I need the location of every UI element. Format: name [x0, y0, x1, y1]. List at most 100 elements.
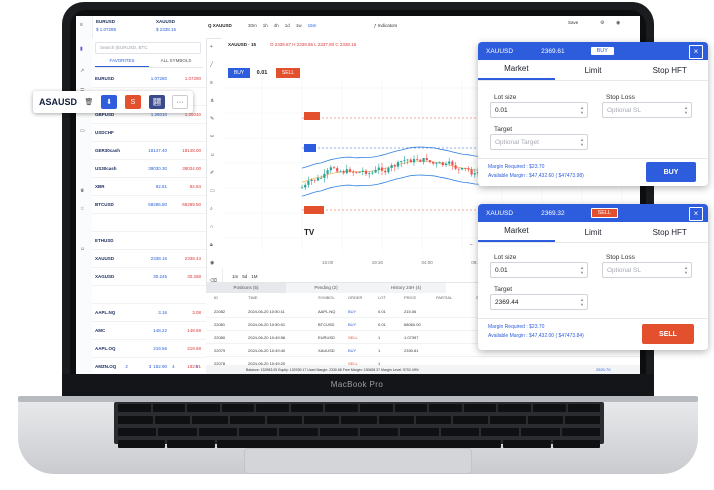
- account-status: Balance: 132983.05 Equity: 132939.17 Use…: [206, 365, 640, 374]
- sell-panel-side-toggle[interactable]: SELL: [590, 208, 619, 218]
- tab-market[interactable]: Market: [478, 60, 555, 80]
- close-icon[interactable]: ×: [689, 45, 703, 59]
- interval-4h[interactable]: 4h: [274, 23, 279, 28]
- user-icon[interactable]: ☺: [80, 246, 85, 252]
- list-item[interactable]: BTCUSD 68286.80 68289.50: [92, 196, 206, 214]
- fib-icon[interactable]: ⋔: [210, 98, 214, 104]
- stop-loss-input[interactable]: Optional SL ▲ ▼: [602, 262, 692, 278]
- crosshair-icon[interactable]: +: [210, 44, 213, 50]
- tab-history[interactable]: History 24H (4): [366, 283, 446, 293]
- ruler-icon[interactable]: ▭: [210, 188, 215, 194]
- scissors-icon[interactable]: ✂: [210, 134, 214, 140]
- crown-icon[interactable]: ♛: [80, 188, 84, 194]
- brush-icon[interactable]: ✎: [210, 116, 214, 122]
- interval-1w[interactable]: 1w: [296, 23, 302, 28]
- candle-body: [441, 162, 444, 165]
- hline-icon[interactable]: ≡: [210, 80, 213, 86]
- chart-icon[interactable]: ↗: [80, 68, 84, 74]
- candle-body: [387, 167, 390, 173]
- list-item[interactable]: AMC 148.22 148.68: [92, 322, 206, 340]
- stepper-icon[interactable]: ▲ ▼: [684, 105, 688, 115]
- page-2[interactable]: 2: [125, 364, 128, 369]
- list-item[interactable]: [92, 214, 206, 232]
- stepper-icon[interactable]: ▲ ▼: [580, 105, 584, 115]
- more-icon[interactable]: ···: [172, 95, 188, 109]
- eye-icon[interactable]: ◉: [210, 260, 214, 266]
- range-1M[interactable]: 1M: [251, 274, 257, 279]
- stepper-icon[interactable]: ▲ ▼: [580, 265, 584, 275]
- stop-loss-input[interactable]: Optional SL ▲ ▼: [602, 102, 692, 118]
- tag-sl-1[interactable]: [304, 112, 320, 120]
- trash-icon[interactable]: 🗑︎: [81, 95, 97, 109]
- wallet-icon[interactable]: ▭: [80, 128, 85, 134]
- tag-entry[interactable]: [304, 144, 316, 152]
- buy-panel-side-toggle[interactable]: BUY: [590, 47, 614, 55]
- interval-1d[interactable]: 1d: [285, 23, 290, 28]
- tab-limit[interactable]: Limit: [555, 228, 632, 237]
- page-3[interactable]: 3: [149, 364, 152, 369]
- interval-30m[interactable]: 30m: [248, 23, 257, 28]
- lot-size-input[interactable]: 0.01 ▲ ▼: [490, 102, 588, 118]
- chip-sell-button[interactable]: S: [125, 95, 141, 109]
- page-5[interactable]: 5: [195, 364, 198, 369]
- tab-stop-hft[interactable]: Stop HFT: [631, 66, 708, 75]
- bookmark-icon[interactable]: ▮: [80, 46, 83, 52]
- tab-market[interactable]: Market: [478, 222, 555, 242]
- list-item[interactable]: XAGUSD 30.245 30.268: [92, 268, 206, 286]
- menu-icon[interactable]: ≡: [80, 22, 83, 28]
- interval-15m[interactable]: 15m: [308, 23, 317, 28]
- list-item[interactable]: USDCHF: [92, 124, 206, 142]
- pencil-icon[interactable]: ✐: [210, 170, 214, 176]
- ticker-eurusd[interactable]: EURUSD: [96, 19, 115, 24]
- buy-submit-button[interactable]: BUY: [646, 162, 696, 182]
- symbol-search[interactable]: Q XAUUSD: [208, 23, 232, 28]
- page-1[interactable]: 1: [102, 364, 105, 369]
- interval-1h[interactable]: 1h: [263, 23, 268, 28]
- lock-icon[interactable]: 🔒︎: [210, 242, 213, 248]
- magnet-icon[interactable]: ∩: [210, 224, 214, 230]
- list-item[interactable]: XBR 82.81 82.84: [92, 178, 206, 196]
- lot-size-input[interactable]: 0.01 ▲ ▼: [490, 262, 588, 278]
- camera-icon[interactable]: ◉: [616, 20, 620, 26]
- keyboard: [114, 402, 604, 448]
- chip-chart-icon[interactable]: 📈︎: [149, 95, 165, 109]
- page-4[interactable]: 4: [172, 364, 175, 369]
- list-item[interactable]: XAUUSD 2338.16 2338.43: [92, 250, 206, 268]
- target-input[interactable]: 2369.44 ▲ ▼: [490, 294, 588, 310]
- tab-pending[interactable]: Pending (2): [286, 283, 366, 293]
- save-button[interactable]: Save: [568, 20, 578, 25]
- face-icon[interactable]: ☺: [210, 152, 215, 158]
- tab-positions[interactable]: Positions (5): [206, 283, 286, 293]
- stepper-icon[interactable]: ▲ ▼: [580, 297, 584, 307]
- stepper-icon[interactable]: ▲ ▼: [684, 265, 688, 275]
- gear-icon[interactable]: ⚙: [600, 20, 604, 26]
- zoom-icon[interactable]: ⌕: [210, 206, 213, 212]
- tab-stop-hft[interactable]: Stop HFT: [631, 228, 708, 237]
- list-item[interactable]: US30cash 39030.30 39034.00: [92, 160, 206, 178]
- list-item[interactable]: EURUSD 1.07280 1.07290: [92, 70, 206, 88]
- candle-body: [396, 162, 400, 167]
- tab-limit[interactable]: Limit: [555, 66, 632, 75]
- star-icon[interactable]: ☆: [80, 206, 84, 212]
- tab-all-symbols[interactable]: ALL SYMBOLS: [149, 58, 203, 67]
- watchlist-search-input[interactable]: Search (EURUSD, BTC: [95, 42, 201, 54]
- tab-favorites[interactable]: FAVORITES: [95, 58, 149, 67]
- sell-submit-button[interactable]: SELL: [642, 324, 694, 344]
- chip-buy-icon[interactable]: ⬇: [101, 95, 117, 109]
- list-item[interactable]: [92, 286, 206, 304]
- candle-body: [438, 162, 441, 164]
- list-item[interactable]: ETHUSD: [92, 232, 206, 250]
- list-item[interactable]: AAPL.NQ 3.16 3.08: [92, 304, 206, 322]
- indicators-button[interactable]: ƒ Indicators: [374, 23, 397, 28]
- tag-sl-2[interactable]: [304, 206, 324, 214]
- ticker-xauusd[interactable]: XAUUSD: [156, 19, 175, 24]
- stepper-icon[interactable]: ▲ ▼: [580, 137, 584, 147]
- trendline-icon[interactable]: ╱: [210, 62, 213, 68]
- range-1m[interactable]: 1m: [232, 274, 238, 279]
- range-5d[interactable]: 5d: [242, 274, 247, 279]
- target-input[interactable]: Optional Target ▲ ▼: [490, 134, 588, 150]
- zoom-out-icon[interactable]: −: [470, 242, 473, 248]
- list-item[interactable]: AAPL.OQ 219.56 219.68: [92, 340, 206, 358]
- close-icon[interactable]: ×: [689, 207, 703, 221]
- list-item[interactable]: GER30cash 18147.40 18148.00: [92, 142, 206, 160]
